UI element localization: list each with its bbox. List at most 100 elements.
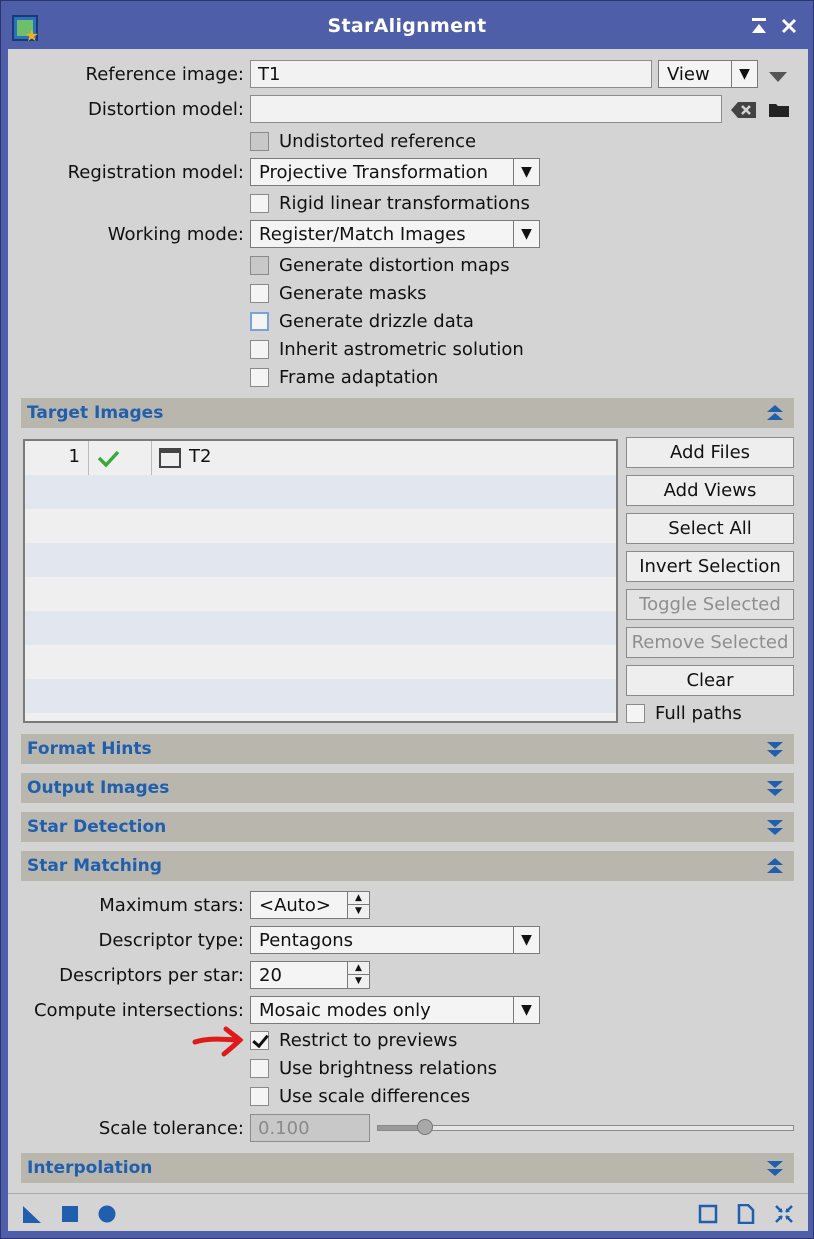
section-interpolation[interactable]: Interpolation	[21, 1153, 794, 1183]
compute-intersections-combo[interactable]: Mosaic modes only ▼	[250, 996, 540, 1024]
apply-square-icon[interactable]	[60, 1204, 80, 1224]
enabled-check-icon[interactable]	[89, 441, 152, 475]
registration-model-label: Registration model:	[67, 162, 244, 183]
section-title: Star Detection	[27, 817, 167, 837]
descriptors-per-star-label: Descriptors per star:	[59, 965, 244, 986]
use-brightness-relations-label: Use brightness relations	[279, 1058, 497, 1079]
table-row[interactable]	[25, 611, 616, 645]
increment-icon[interactable]: ▲	[348, 892, 369, 905]
generate-masks-label: Generate masks	[279, 283, 427, 304]
apply-global-icon[interactable]	[97, 1204, 117, 1224]
table-row[interactable]	[25, 509, 616, 543]
full-paths-label: Full paths	[655, 703, 742, 724]
restrict-to-previews-label: Restrict to previews	[279, 1030, 458, 1051]
decrement-icon[interactable]: ▼	[348, 975, 369, 988]
slider-handle[interactable]	[417, 1119, 433, 1135]
table-row[interactable]	[25, 577, 616, 611]
close-icon[interactable]	[777, 15, 801, 39]
invert-selection-button[interactable]: Invert Selection	[626, 551, 794, 582]
restrict-to-previews-checkbox[interactable]	[250, 1031, 269, 1050]
rigid-linear-label: Rigid linear transformations	[279, 193, 530, 214]
inherit-astrometric-checkbox[interactable]	[250, 340, 269, 359]
new-instance-icon[interactable]	[22, 1204, 42, 1224]
view-combo-label: View	[667, 64, 710, 85]
generate-masks-checkbox[interactable]	[250, 284, 269, 303]
descriptors-per-star-value: 20	[259, 965, 282, 986]
select-all-button[interactable]: Select All	[626, 513, 794, 544]
use-scale-differences-checkbox[interactable]	[250, 1087, 269, 1106]
expand-icon	[767, 742, 783, 757]
generate-drizzle-data-label: Generate drizzle data	[279, 311, 474, 332]
section-title: Output Images	[27, 778, 170, 798]
clear-button[interactable]: Clear	[626, 665, 794, 696]
rigid-linear-checkbox[interactable]	[250, 194, 269, 213]
collapse-icon	[767, 858, 783, 873]
frame-adaptation-label: Frame adaptation	[279, 367, 439, 388]
maximum-stars-spinbox[interactable]: <Auto> ▲ ▼	[250, 891, 370, 919]
folder-icon[interactable]	[768, 101, 790, 119]
table-row[interactable]	[25, 679, 616, 713]
registration-model-value: Projective Transformation	[259, 162, 489, 183]
chevron-down-icon: ▼	[731, 61, 757, 87]
section-target-images[interactable]: Target Images	[21, 398, 794, 428]
registration-model-combo[interactable]: Projective Transformation ▼	[250, 158, 540, 186]
view-combo[interactable]: View ▼	[658, 60, 758, 88]
dropdown-menu-icon[interactable]	[768, 68, 788, 82]
reference-image-input[interactable]: T1	[250, 60, 652, 88]
use-brightness-relations-checkbox[interactable]	[250, 1059, 269, 1078]
generate-distortion-maps-label: Generate distortion maps	[279, 255, 510, 276]
scale-tolerance-slider[interactable]	[377, 1119, 794, 1135]
chevron-down-icon: ▼	[513, 221, 539, 247]
table-row[interactable]	[25, 645, 616, 679]
section-star-detection[interactable]: Star Detection	[21, 812, 794, 842]
table-row[interactable]	[25, 475, 616, 509]
target-images-table[interactable]: 1 T2	[23, 439, 618, 723]
main-panel: Reference image: T1 View ▼ Distortion mo…	[8, 49, 808, 1231]
window-title: StarAlignment	[327, 15, 487, 37]
scale-tolerance-input[interactable]: 0.100	[250, 1114, 370, 1142]
full-paths-checkbox[interactable]	[626, 704, 645, 723]
target-name: T2	[189, 446, 212, 467]
staralignment-window: ★ StarAlignment Reference image: T1 View…	[0, 0, 814, 1239]
shade-icon[interactable]	[747, 15, 771, 39]
add-files-button[interactable]: Add Files	[626, 437, 794, 468]
frame-adaptation-checkbox[interactable]	[250, 368, 269, 387]
distortion-model-label: Distortion model:	[87, 99, 244, 120]
descriptor-type-combo[interactable]: Pentagons ▼	[250, 926, 540, 954]
undistorted-reference-checkbox[interactable]	[250, 132, 269, 151]
maximum-stars-value: <Auto>	[259, 895, 331, 916]
scale-tolerance-label: Scale tolerance:	[98, 1118, 244, 1139]
image-window-icon	[159, 448, 181, 468]
descriptors-per-star-spinbox[interactable]: 20 ▲ ▼	[250, 961, 370, 989]
table-row[interactable]	[25, 543, 616, 577]
toggle-selected-button[interactable]: Toggle Selected	[626, 589, 794, 620]
row-index: 1	[25, 441, 89, 475]
title-bar[interactable]: ★ StarAlignment	[1, 1, 813, 53]
compute-intersections-value: Mosaic modes only	[259, 1000, 431, 1021]
distortion-model-input[interactable]	[250, 95, 722, 123]
section-format-hints[interactable]: Format Hints	[21, 734, 794, 764]
generate-distortion-maps-checkbox[interactable]	[250, 256, 269, 275]
reset-icon[interactable]	[774, 1204, 794, 1224]
expand-icon	[767, 781, 783, 796]
compute-intersections-label: Compute intersections:	[33, 1000, 244, 1021]
section-output-images[interactable]: Output Images	[21, 773, 794, 803]
document-icon[interactable]	[736, 1204, 756, 1224]
bottom-toolbar	[8, 1193, 808, 1231]
section-title: Star Matching	[27, 856, 162, 876]
add-views-button[interactable]: Add Views	[626, 475, 794, 506]
expand-icon	[767, 1161, 783, 1176]
table-row[interactable]: 1 T2	[25, 441, 616, 475]
working-mode-combo[interactable]: Register/Match Images ▼	[250, 220, 540, 248]
section-star-matching[interactable]: Star Matching	[21, 851, 794, 881]
increment-icon[interactable]: ▲	[348, 962, 369, 975]
remove-selected-button[interactable]: Remove Selected	[626, 627, 794, 658]
decrement-icon[interactable]: ▼	[348, 905, 369, 918]
generate-drizzle-data-checkbox[interactable]	[250, 312, 269, 331]
undistorted-reference-label: Undistorted reference	[279, 131, 477, 152]
browse-documentation-icon[interactable]	[698, 1204, 718, 1224]
collapse-icon	[767, 405, 783, 420]
clear-field-icon[interactable]	[731, 101, 757, 119]
annotation-arrow-icon	[192, 1026, 244, 1057]
working-mode-value: Register/Match Images	[259, 224, 466, 245]
